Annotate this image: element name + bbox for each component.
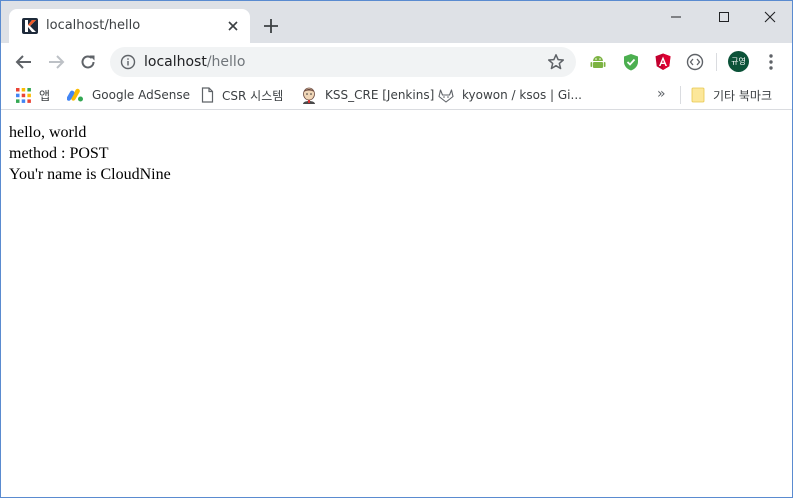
android-extension-icon[interactable] [588,52,608,72]
bookmarks-overflow-chevron-icon[interactable]: » [657,86,666,102]
page-icon [201,87,214,103]
tab-strip: localhost/hello [1,1,792,43]
more-menu-icon[interactable] [762,52,780,72]
address-bar[interactable]: localhost/hello [110,47,576,77]
close-icon[interactable] [225,18,241,34]
new-tab-plus-icon[interactable] [262,17,280,35]
bookmark-label: Google AdSense [92,88,190,102]
tab-title: localhost/hello [46,18,141,33]
bookmark-label: 기타 북마크 [713,88,773,103]
angular-icon[interactable] [653,52,673,72]
adsense-icon [67,88,83,102]
bookmark-star-icon[interactable] [547,53,565,71]
maximize-icon[interactable] [712,7,736,27]
forward-arrow-icon[interactable] [46,52,66,72]
kotlin-favicon-icon [22,18,38,34]
folder-icon [691,87,705,103]
apps-grid-icon [16,87,31,103]
bookmark-label: kyowon / ksos | Gi... [462,88,582,102]
bookmarks-bar: 앱 Google AdSense CSR 시스템 KSS_CRE [Jenkin… [1,80,792,110]
page-content: hello, world method : POST You'r name is… [9,122,171,185]
bookmark-label: CSR 시스템 [222,88,284,103]
bookmark-google-adsense[interactable]: Google AdSense [67,85,190,105]
content-line-name: You'r name is CloudNine [9,166,171,183]
toolbar-separator [716,53,717,71]
tab-active[interactable]: localhost/hello [9,9,250,43]
profile-avatar[interactable]: 규영 [728,51,749,72]
back-arrow-icon[interactable] [14,52,34,72]
toolbar: localhost/hello 규영 [1,43,792,80]
jenkins-icon [303,87,315,104]
url-path: /hello [206,54,246,70]
reload-icon[interactable] [78,52,98,72]
bookmark-label: KSS_CRE [Jenkins] [325,88,435,102]
bookmark-gitlab[interactable]: kyowon / ksos | Gi... [438,85,582,105]
url-text: localhost/hello [144,54,245,70]
bookmark-label: 앱 [39,88,51,103]
url-host: localhost [144,54,207,70]
code-circle-icon[interactable] [685,52,705,72]
bookmarks-separator [680,86,681,104]
window-close-icon[interactable] [758,7,782,27]
info-icon[interactable] [120,54,136,70]
shield-check-icon[interactable] [621,52,641,72]
content-line-greeting: hello, world [9,124,87,141]
content-line-method: method : POST [9,145,109,162]
browser-window: localhost/hello localhost/hello 규영 앱 Goo… [0,0,793,498]
bookmark-jenkins[interactable]: KSS_CRE [Jenkins] [301,85,434,105]
bookmark-other-folder[interactable]: 기타 북마크 [691,85,772,105]
bookmark-apps[interactable]: 앱 [16,85,50,105]
bookmark-csr-system[interactable]: CSR 시스템 [201,85,283,105]
gitlab-icon [438,88,454,103]
minimize-icon[interactable] [664,7,688,27]
